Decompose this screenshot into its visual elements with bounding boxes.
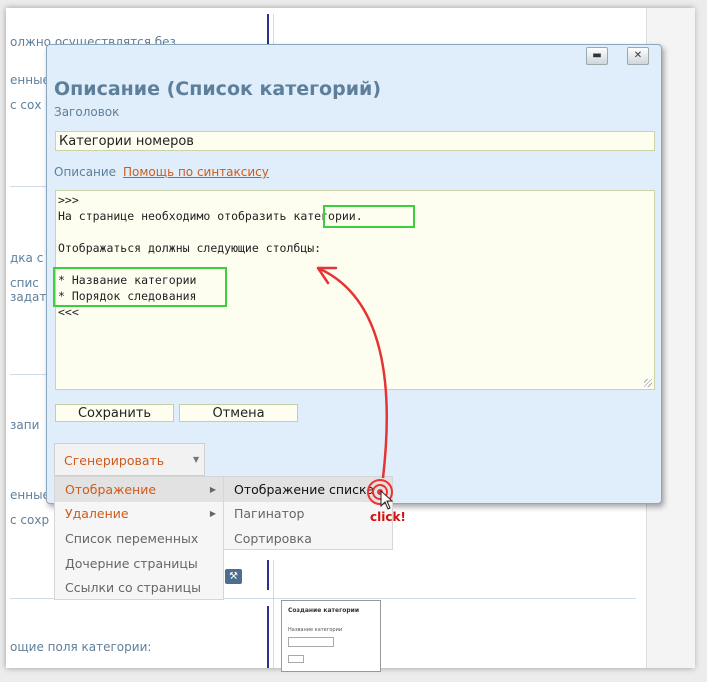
cursor-icon xyxy=(380,490,394,510)
annotation-arrow xyxy=(316,266,389,479)
click-label: click! xyxy=(370,510,406,524)
